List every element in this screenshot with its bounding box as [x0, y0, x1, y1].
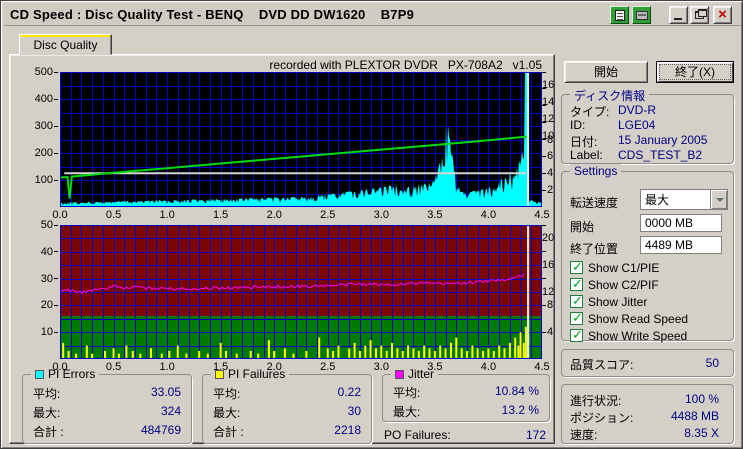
axis-tick-label: 6	[542, 150, 553, 163]
stat-row: 合計 :484769	[33, 423, 181, 439]
axis-tick-label: 100	[26, 174, 58, 187]
position-label: ポジション:	[570, 411, 634, 425]
progress-label: 進行状況:	[570, 394, 622, 408]
axis-tick-label: 400	[26, 93, 58, 106]
axis-tick-label: 1.5	[213, 361, 229, 373]
tab-disc-quality[interactable]: Disc Quality	[19, 34, 112, 55]
disc-quality-tabpage: recorded with PLEXTOR DVDR PX-708A2 v1.0…	[9, 54, 555, 444]
document-icon	[615, 10, 625, 21]
pi-errors-stats-box: PI Errors 平均: 33.05 最大: 324 合計 :484769	[22, 367, 192, 444]
disc-drive-icon	[636, 11, 648, 20]
axis-tick-label: 3.5	[427, 209, 443, 221]
stat-row: 最大: 13.2 %	[393, 403, 539, 419]
right-panel: 開始 終了(X) ディスク情報 タイプ: DVD-R ID: LGE04 日付:…	[555, 56, 739, 446]
stat-row: 最大: 324	[33, 404, 181, 420]
start-pos-label: 開始	[570, 220, 595, 234]
axis-tick-label: 3.5	[427, 361, 443, 373]
disc-label-row: Label:	[570, 148, 603, 162]
axis-tick-label: 10	[26, 326, 58, 339]
axis-tick-label: 12	[542, 273, 554, 299]
axis-tick-label: 2.0	[266, 361, 282, 373]
axis-tick-label: 40	[26, 246, 58, 259]
axis-tick-label: 20	[542, 219, 554, 245]
pi-failures-stats-box: PI Failures 平均: 0.22 最大: 30 合計 :2218	[202, 367, 372, 444]
disc-info-title: ディスク情報	[570, 87, 650, 104]
minimize-icon	[674, 18, 682, 20]
axis-tick-label: 2.5	[320, 209, 336, 221]
report-icon[interactable]	[610, 6, 629, 24]
axis-tick-label: 4	[542, 326, 553, 339]
axis-tick-label: 0.0	[52, 361, 68, 373]
axis-tick-label: 1.0	[159, 361, 175, 373]
stat-row: 最大: 30	[213, 404, 361, 420]
exit-button[interactable]: 終了(X)	[656, 61, 734, 83]
axis-tick-label: 30	[26, 273, 58, 286]
po-failures-row: PO Failures: 172	[384, 428, 546, 442]
axis-tick-label: 200	[26, 147, 58, 160]
drive-icon[interactable]	[632, 6, 651, 24]
axis-tick-label: 0.5	[105, 361, 122, 373]
quality-score-group: 品質スコア: 50	[561, 349, 734, 377]
axis-tick-label: 16	[542, 66, 554, 92]
axis-tick-label: 500	[26, 66, 58, 79]
end-pos-field[interactable]: 4489 MB	[640, 236, 722, 254]
axis-tick-label: 2.0	[266, 209, 282, 221]
axis-tick-label: 2	[542, 184, 553, 197]
quality-score-value: 50	[705, 356, 719, 370]
disc-info-group: ディスク情報 タイプ: DVD-R ID: LGE04 日付: 15 Janua…	[561, 87, 734, 164]
window-title: CD Speed : Disc Quality Test - BENQ DVD …	[10, 7, 415, 22]
settings-group: Settings 転送速度 最大 開始 0000 MB 終了位置 4489 MB…	[561, 164, 734, 343]
axis-tick-label: 1.5	[213, 209, 229, 221]
close-button[interactable]: ×	[713, 6, 732, 24]
stat-row: 平均: 0.22	[213, 385, 361, 401]
recorded-with-annotation: recorded with PLEXTOR DVDR PX-708A2 v1.0…	[269, 58, 542, 72]
axis-tick-label: 0.5	[105, 209, 122, 221]
app-window: CD Speed : Disc Quality Test - BENQ DVD …	[0, 0, 743, 449]
axis-tick-label: 1.0	[159, 209, 175, 221]
start-button[interactable]: 開始	[564, 61, 648, 83]
title-bar[interactable]: CD Speed : Disc Quality Test - BENQ DVD …	[4, 4, 741, 26]
axis-tick-label: 3.0	[373, 209, 389, 221]
stat-row: 平均: 33.05	[33, 385, 181, 401]
minimize-button[interactable]	[669, 6, 688, 24]
combo-dropdown-button[interactable]	[710, 190, 727, 209]
jitter-swatch	[395, 370, 404, 379]
pif-jitter-chart	[60, 225, 542, 359]
axis-tick-label: 3.0	[373, 361, 389, 373]
disc-id-row: ID:	[570, 118, 586, 132]
axis-tick-label: 4	[542, 167, 553, 180]
axis-tick-label: 4.0	[480, 361, 497, 373]
transfer-speed-label: 転送速度	[570, 196, 619, 210]
stat-row: 平均: 10.84 %	[393, 384, 539, 400]
stat-row: 合計 :2218	[213, 423, 361, 439]
axis-tick-label: 4.5	[534, 361, 550, 373]
start-pos-field[interactable]: 0000 MB	[640, 214, 722, 232]
quality-score-label: 品質スコア:	[570, 358, 634, 372]
progress-group: 進行状況: 100 % ポジション: 4488 MB 速度: 8.35 X	[561, 384, 734, 444]
close-icon: ×	[718, 6, 727, 23]
axis-tick-label: 50	[26, 219, 58, 232]
chevron-down-icon	[716, 198, 724, 202]
pi-errors-chart	[60, 72, 542, 207]
settings-title: Settings	[570, 164, 622, 178]
axis-tick-label: 16	[542, 246, 554, 272]
axis-tick-label: 20	[26, 299, 58, 312]
transfer-speed-select[interactable]: 最大	[640, 189, 728, 210]
end-pos-label: 終了位置	[570, 242, 619, 256]
restore-button[interactable]	[690, 6, 709, 24]
axis-tick-label: 8	[542, 299, 553, 312]
client-area: Disc Quality recorded with PLEXTOR DVDR …	[4, 26, 741, 447]
axis-tick-label: 300	[26, 120, 58, 133]
axis-tick-label: 4.0	[480, 209, 497, 221]
axis-tick-label: 2.5	[320, 361, 336, 373]
jitter-stats-box: Jitter 平均: 10.84 % 最大: 13.2 %	[382, 367, 550, 422]
speed-label: 速度:	[570, 428, 598, 442]
pi-errors-swatch	[35, 370, 44, 379]
